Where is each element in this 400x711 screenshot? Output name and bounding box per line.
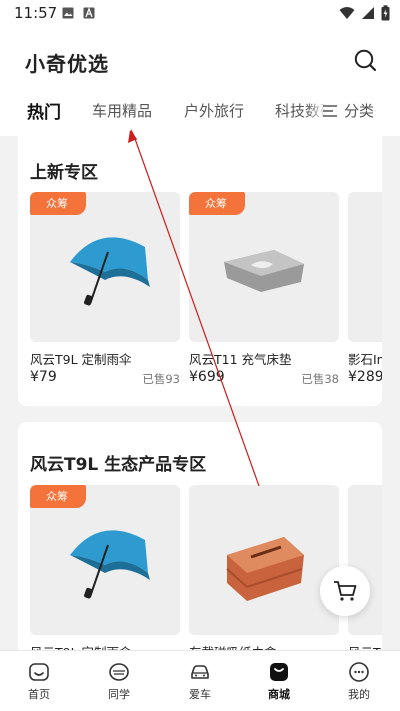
category-tabs: 热门 车用精品 户外旅行 科技数码 分类 <box>0 92 400 136</box>
tab-car-accessories[interactable]: 车用精品 <box>92 100 152 121</box>
crowdfunding-badge: 众筹 <box>189 192 245 215</box>
product-image-umbrella: 众筹 <box>30 485 180 635</box>
product-card[interactable]: 众筹 风云T9L 定制雨伞 <box>30 485 180 662</box>
product-image-camera <box>348 192 382 342</box>
section-t9l-ecosystem: 风云T9L 生态产品专区 众筹 风云T9L 定制雨伞 车载磁吸纸巾盒 风云T9 <box>18 422 382 662</box>
nav-label: 我的 <box>348 688 370 701</box>
nav-item-classmates[interactable]: 同学 <box>89 661 149 702</box>
shop-icon <box>270 663 288 681</box>
product-image-air-mattress: 众筹 <box>189 192 339 342</box>
nav-item-shop[interactable]: 商城 <box>249 661 309 702</box>
section-title: 风云T9L 生态产品专区 <box>30 455 207 475</box>
category-button-label: 分类 <box>344 102 375 120</box>
nav-label: 爱车 <box>189 688 211 701</box>
cart-icon <box>334 581 357 601</box>
tab-hot[interactable]: 热门 <box>27 98 61 123</box>
product-price: ¥699 <box>189 369 225 385</box>
nav-label: 同学 <box>108 688 130 701</box>
profile-icon <box>349 662 369 682</box>
search-icon[interactable] <box>353 48 377 72</box>
gallery-icon <box>62 7 74 19</box>
menu-lines-icon <box>323 104 337 117</box>
product-name: 风云T11 充气床垫 <box>189 352 292 367</box>
product-image-umbrella: 众筹 <box>30 192 180 342</box>
nav-label: 首页 <box>28 688 50 701</box>
font-icon <box>83 7 95 19</box>
tab-outdoor-travel[interactable]: 户外旅行 <box>184 100 244 121</box>
crowdfunding-badge: 众筹 <box>30 192 86 215</box>
status-bar: 11:57 <box>0 0 400 28</box>
product-price: ¥79 <box>30 369 57 385</box>
section-new-arrivals: 上新专区 众筹 风云T9L 定制雨伞 ¥79 已售93 众筹 风云T11 充气床… <box>18 136 382 406</box>
product-card[interactable]: 众筹 风云T9L 定制雨伞 ¥79 已售93 <box>30 192 180 392</box>
nav-label: 商城 <box>268 688 290 701</box>
battery-icon <box>381 5 390 21</box>
product-price: ¥2899 <box>348 369 382 385</box>
signal-icon <box>362 7 374 19</box>
nav-item-home[interactable]: 首页 <box>9 661 69 702</box>
page-title: 小奇优选 <box>25 52 109 76</box>
bottom-navigation: 首页 同学 爱车 商城 我的 <box>0 650 400 711</box>
nav-item-my-car[interactable]: 爱车 <box>170 661 230 702</box>
product-image-tissue-box <box>189 485 339 635</box>
product-card[interactable]: 车载磁吸纸巾盒 <box>189 485 339 662</box>
car-icon <box>191 665 209 679</box>
home-icon <box>29 663 49 681</box>
product-card[interactable]: 众筹 风云T11 充气床垫 ¥699 已售38 <box>189 192 339 392</box>
product-name: 风云T9L 定制雨伞 <box>30 352 132 367</box>
app-header: 小奇优选 <box>0 28 400 92</box>
wifi-icon <box>339 7 355 19</box>
product-sold-count: 已售93 <box>142 372 180 386</box>
product-name: 影石Insta360 <box>348 352 382 367</box>
nav-item-profile[interactable]: 我的 <box>329 661 389 702</box>
category-button[interactable]: 分类 <box>322 100 374 121</box>
product-sold-count: 已售38 <box>301 372 339 386</box>
status-time: 11:57 <box>14 4 58 22</box>
crowdfunding-badge: 众筹 <box>30 485 86 508</box>
community-icon <box>109 663 129 681</box>
product-card[interactable]: 影石Insta360 ¥2899 <box>348 192 382 392</box>
floating-cart-button[interactable] <box>320 566 370 616</box>
section-title: 上新专区 <box>30 163 98 183</box>
